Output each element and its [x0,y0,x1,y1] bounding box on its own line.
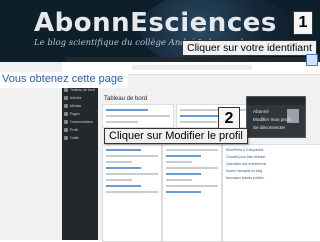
recent-posts-panel [162,144,222,242]
dropdown-item-logout[interactable]: Se déconnecter [253,125,285,130]
sidebar-item-profile[interactable]: Profil [62,126,98,134]
news-item[interactable]: Nouveaux articles publiés [226,176,318,180]
sidebar-item-posts[interactable]: Articles [62,94,98,102]
step-2-callout: Cliquer sur Modifier le profil [104,128,248,144]
blog-logo[interactable]: AbonnEsciences [34,8,277,38]
dropdown-item-username[interactable]: Abonné [253,109,269,114]
news-item[interactable]: Conseils pour bien débuter [226,155,318,159]
news-item[interactable]: Calendrier des événements [226,162,318,166]
news-item[interactable]: WordPress 4.3 disponible [226,148,318,152]
dropdown-item-edit-profile[interactable]: Modifier mon profil [253,117,291,122]
wordpress-news-panel: WordPress 4.3 disponible Conseils pour b… [222,144,320,242]
recent-comments-panel [102,144,162,242]
account-dropdown: Abonné Modifier mon profil Se déconnecte… [246,96,306,138]
account-menu-icon[interactable] [306,54,318,66]
address-bar [132,65,252,70]
news-item[interactable]: Suivez l'actualité du blog [226,169,318,173]
intro-label: Vous obtenez cette page [2,73,124,85]
sidebar-item-media[interactable]: Médias [62,102,98,110]
sidebar-item-comments[interactable]: Commentaires [62,118,98,126]
sidebar-item-pages[interactable]: Pages [62,110,98,118]
sidebar-item-tools[interactable]: Outils [62,134,98,142]
dropdown-header [247,97,305,105]
step-1-callout: Cliquer sur votre identifiant [182,40,317,56]
wp-admin-bar [66,54,320,66]
activity-panel [102,104,174,128]
step-1-badge: 1 [293,11,313,35]
page-title: Tableau de bord [104,96,148,102]
wp-admin-sidebar: Tableau de bord Articles Médias Pages Co… [62,86,98,240]
